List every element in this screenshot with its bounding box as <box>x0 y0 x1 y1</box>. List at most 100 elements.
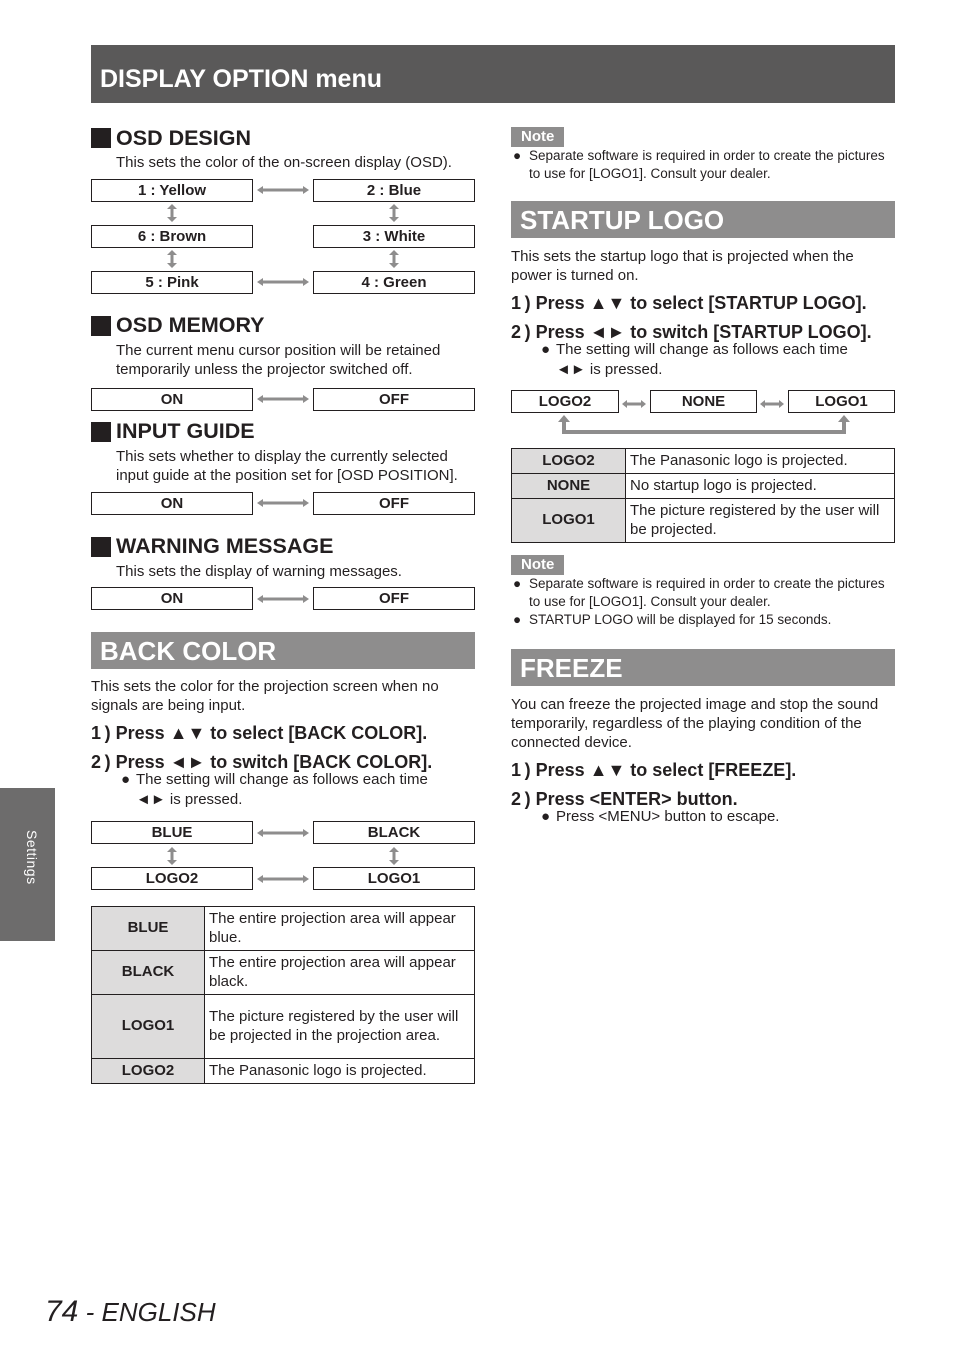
table-value: The entire projection area will appear b… <box>204 906 475 951</box>
startup-logo-title: STARTUP LOGO <box>520 205 725 235</box>
bullet-text: ◄► is pressed. <box>556 360 663 378</box>
option-box: OFF <box>313 491 475 515</box>
input-guide-description: This sets whether to display the current… <box>116 447 458 485</box>
startup-logo-description: This sets the startup logo that is proje… <box>511 248 854 284</box>
table-row: LOGO2 The Panasonic logo is projected. <box>511 448 895 474</box>
double-arrow-vertical-icon <box>388 204 400 222</box>
option-box: 3 : White <box>313 224 475 248</box>
option-box: 4 : Green <box>313 270 475 294</box>
freeze-section-bar: FREEZE <box>511 648 895 686</box>
table-value: The picture registered by the user will … <box>625 498 895 543</box>
table-row: NONE No startup logo is projected. <box>511 473 895 499</box>
table-key: LOGO1 <box>511 498 626 543</box>
page-title: DISPLAY OPTION menu <box>100 65 383 93</box>
osd-design-row-2: 6 : Brown 3 : White <box>91 224 475 248</box>
table-key: BLUE <box>91 906 205 951</box>
note-text: Separate software is required in order t… <box>529 576 885 609</box>
bullet-dot-icon: ● <box>541 341 551 358</box>
note-badge: Note <box>511 555 565 575</box>
double-arrow-horizontal-icon <box>255 277 311 287</box>
footer-language: - ENGLISH <box>78 1297 216 1327</box>
table-row: LOGO1 The picture registered by the user… <box>511 498 895 543</box>
double-arrow-horizontal-icon <box>255 594 311 604</box>
startup-logo-cycle: LOGO2 NONE LOGO1 <box>511 390 895 440</box>
option-box: LOGO2 <box>511 390 619 413</box>
double-arrow-vertical-icon <box>166 204 178 222</box>
bullet-text: The setting will change as follows each … <box>136 771 428 788</box>
option-box: 1 : Yellow <box>91 178 253 202</box>
startup-logo-step-1: 1 ) Press ▲▼ to select [STARTUP LOGO]. <box>511 293 867 313</box>
warning-message-row: ON OFF <box>91 587 475 610</box>
option-box: LOGO2 <box>91 867 253 890</box>
page-number: 74 <box>45 1295 79 1328</box>
double-arrow-horizontal-icon <box>255 185 311 195</box>
warning-message-heading: WARNING MESSAGE <box>91 534 475 560</box>
osd-memory-heading: OSD MEMORY <box>91 313 475 339</box>
right-column: Note ● Separate software is required in … <box>511 127 895 826</box>
option-box: 2 : Blue <box>313 178 475 202</box>
freeze-step-1: 1 ) Press ▲▼ to select [FREEZE]. <box>511 759 797 780</box>
option-box: 6 : Brown <box>91 224 253 248</box>
bullet-dot-icon: ● <box>541 807 551 825</box>
table-row: LOGO1 The picture registered by the user… <box>91 994 475 1059</box>
option-box: ON <box>91 387 253 411</box>
double-arrow-vertical-icon <box>166 250 178 268</box>
bullet-text: Press <MENU> button to escape. <box>556 807 780 825</box>
input-guide-title: INPUT GUIDE <box>116 419 255 443</box>
double-arrow-horizontal-icon <box>255 394 311 404</box>
loop-arrow-icon <box>556 415 852 442</box>
table-value: The Panasonic logo is projected. <box>625 448 895 474</box>
square-bullet-icon <box>91 536 111 557</box>
input-guide-heading: INPUT GUIDE <box>91 419 475 445</box>
freeze-title: FREEZE <box>520 652 623 683</box>
table-key: BLACK <box>91 950 205 995</box>
startup-logo-bullet: ● The setting will change as follows eac… <box>511 340 895 379</box>
table-value: The entire projection area will appear b… <box>204 950 475 995</box>
table-value: The picture registered by the user will … <box>204 994 475 1059</box>
freeze-bullet: ● Press <MENU> button to escape. <box>511 807 895 827</box>
double-arrow-horizontal-icon <box>759 396 785 414</box>
back-color-row-1: BLUE BLACK <box>91 821 475 844</box>
double-arrow-horizontal-icon <box>255 828 311 838</box>
side-tab-label: Settings <box>24 830 40 885</box>
side-tab-settings: Settings <box>0 788 55 941</box>
option-box: LOGO1 <box>313 867 475 890</box>
vertical-arrow-row <box>91 248 475 271</box>
double-arrow-vertical-icon <box>388 250 400 268</box>
double-arrow-horizontal-icon <box>255 498 311 508</box>
square-bullet-icon <box>91 421 111 442</box>
note-item: ● Separate software is required in order… <box>511 575 895 610</box>
table-key: NONE <box>511 473 626 499</box>
table-row: BLACK The entire projection area will ap… <box>91 950 475 995</box>
option-box: ON <box>91 491 253 515</box>
startup-logo-section-bar: STARTUP LOGO <box>511 201 895 238</box>
osd-design-description: This sets the color of the on-screen dis… <box>116 154 452 171</box>
vertical-arrow-row <box>91 202 475 225</box>
table-value: The Panasonic logo is projected. <box>204 1058 475 1084</box>
back-color-table: BLUE The entire projection area will app… <box>91 906 475 1084</box>
table-key: LOGO2 <box>91 1058 205 1084</box>
double-arrow-horizontal-icon <box>621 396 647 414</box>
square-bullet-icon <box>91 128 111 148</box>
note-text: Separate software is required in order t… <box>529 148 885 181</box>
note-item: ● STARTUP LOGO will be displayed for 15 … <box>511 611 895 629</box>
vertical-arrow-row <box>91 844 475 867</box>
option-box: NONE <box>650 390 757 413</box>
double-arrow-vertical-icon <box>166 846 178 865</box>
option-box: ON <box>91 587 253 610</box>
bullet-text: The setting will change as follows each … <box>556 341 848 358</box>
freeze-description: You can freeze the projected image and s… <box>511 695 879 751</box>
osd-memory-title: OSD MEMORY <box>116 313 265 337</box>
warning-message-description: This sets the display of warning message… <box>116 562 402 580</box>
bullet-dot-icon: ● <box>513 576 522 591</box>
bullet-dot-icon: ● <box>513 148 522 163</box>
osd-design-row-1: 1 : Yellow 2 : Blue <box>91 178 475 202</box>
option-box: LOGO1 <box>788 390 895 413</box>
back-color-row-2: LOGO2 LOGO1 <box>91 867 475 890</box>
back-color-section-bar: BACK COLOR <box>91 632 475 669</box>
note-badge: Note <box>511 127 565 147</box>
startup-logo-table: LOGO2 The Panasonic logo is projected. N… <box>511 448 895 543</box>
table-key: LOGO1 <box>91 994 205 1059</box>
option-box: 5 : Pink <box>91 270 253 294</box>
option-box: OFF <box>313 587 475 610</box>
